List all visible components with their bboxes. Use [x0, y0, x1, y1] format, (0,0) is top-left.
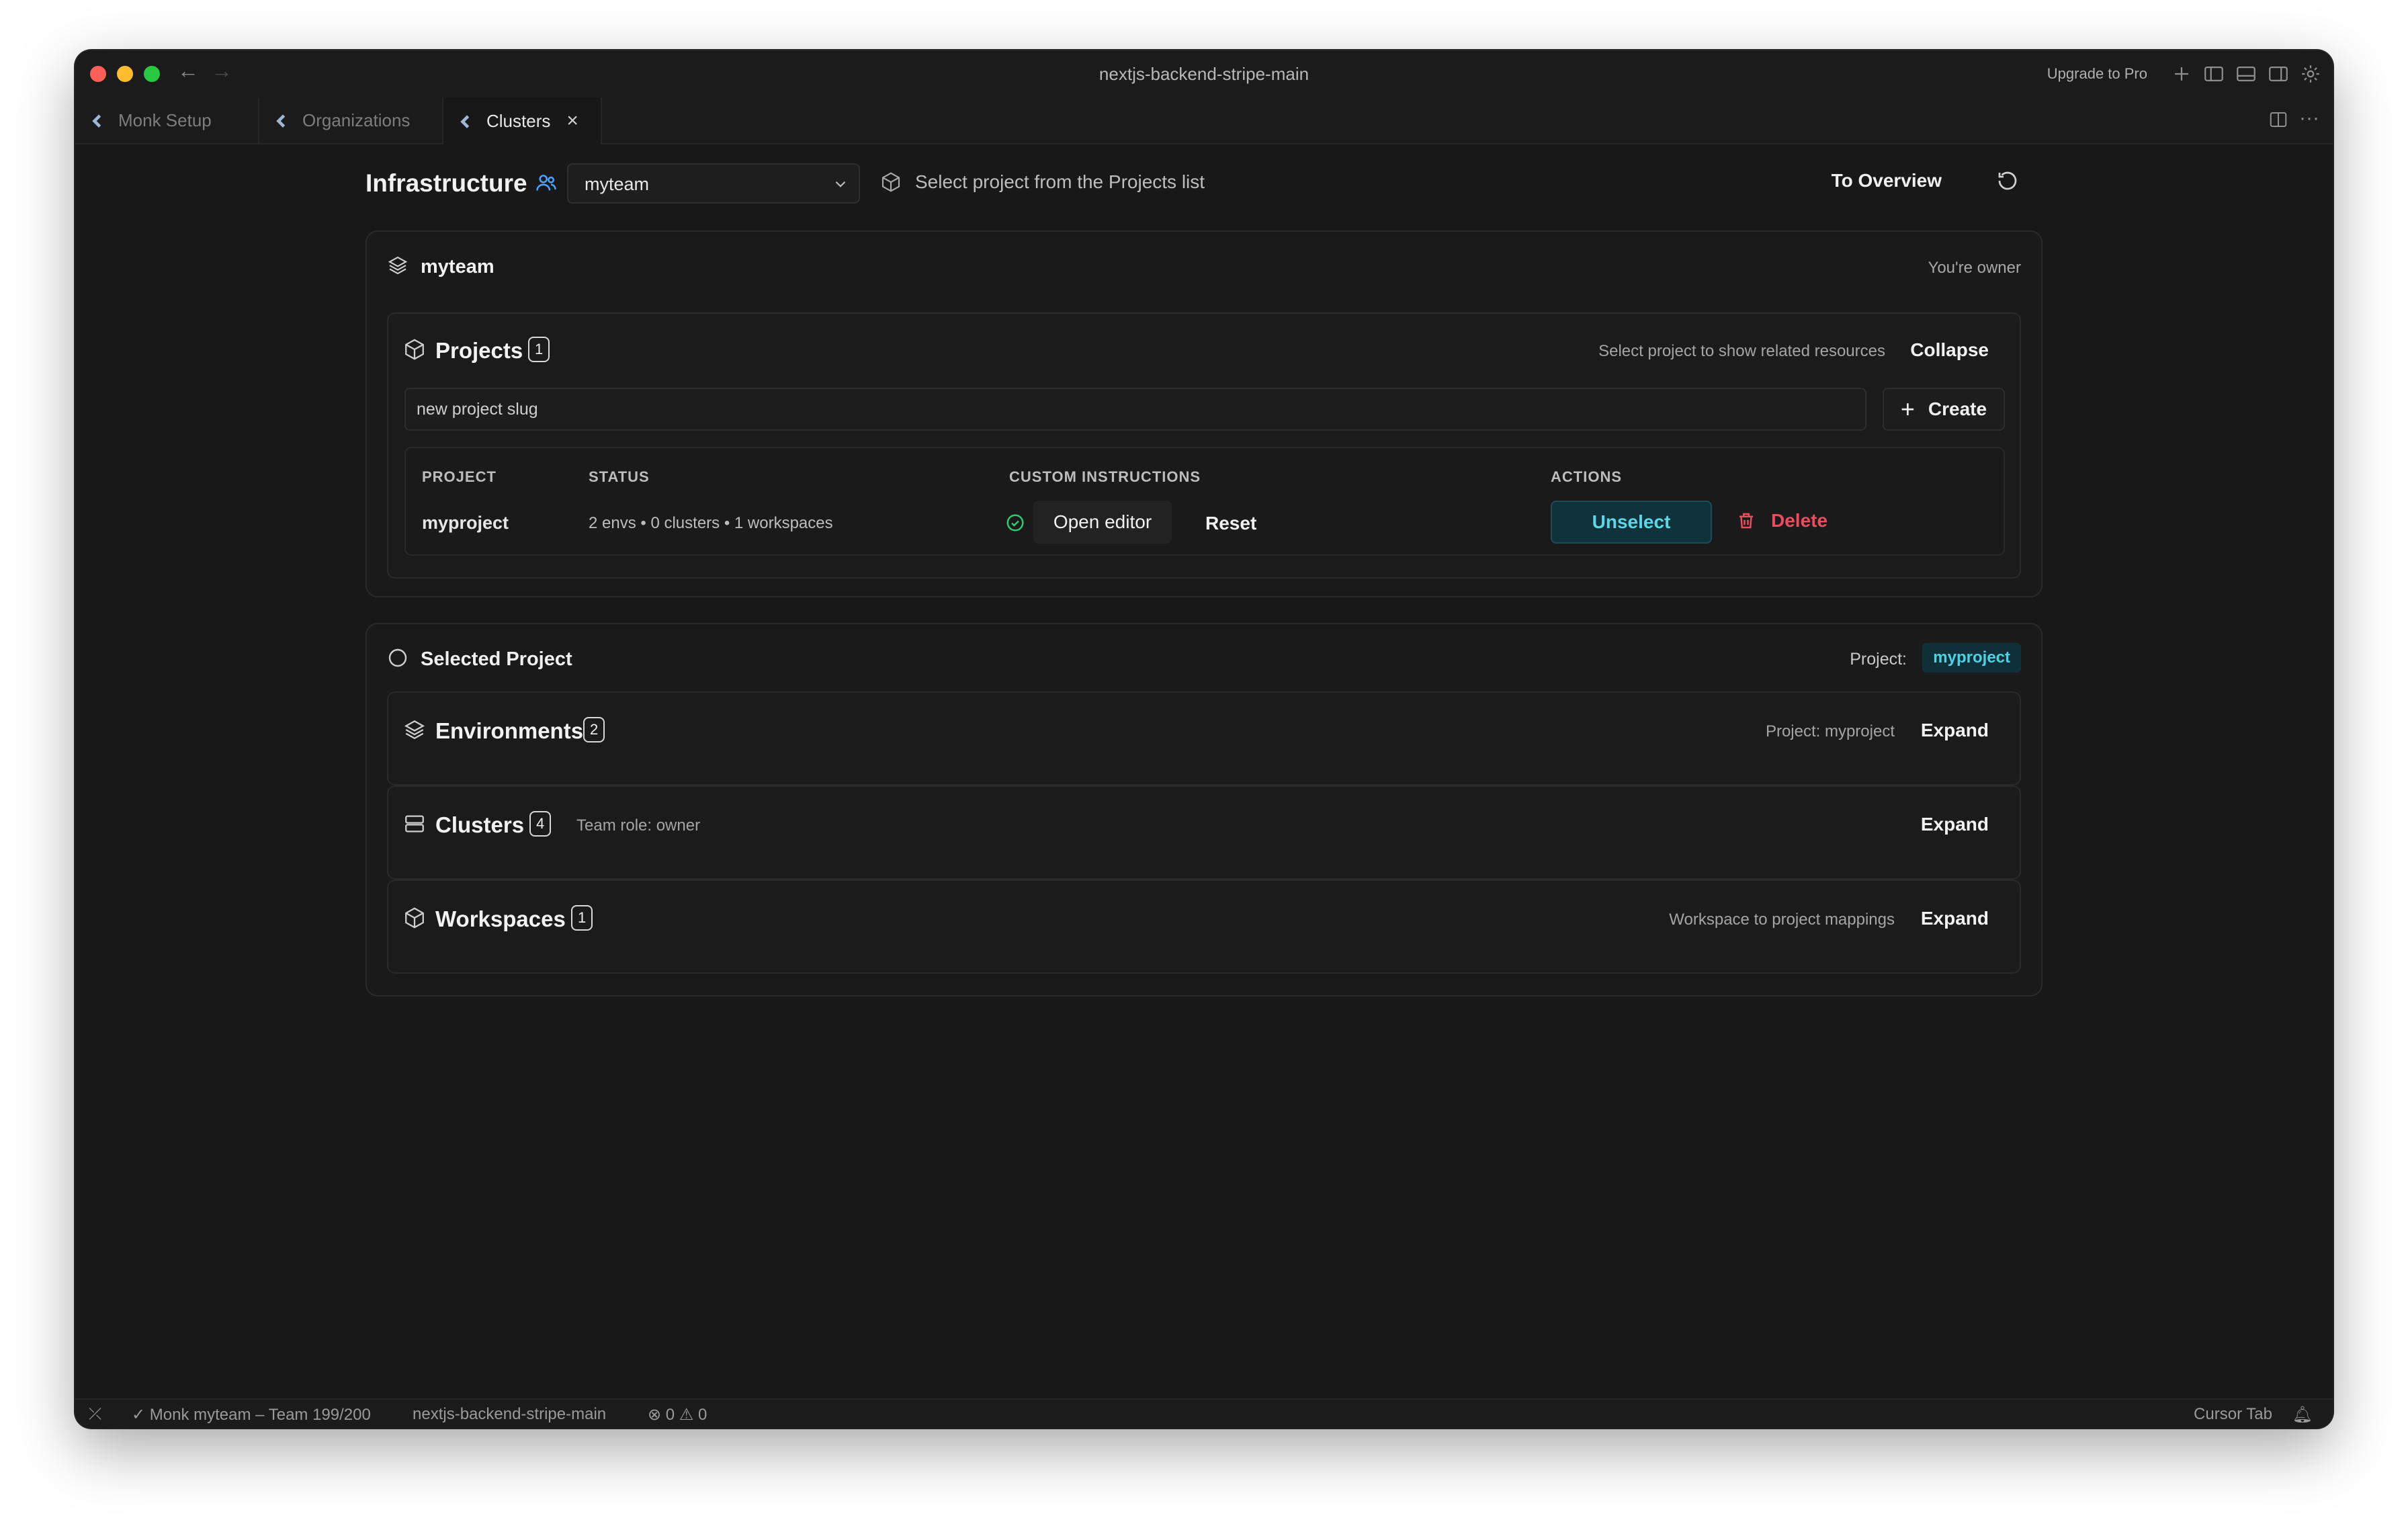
- layers-icon: [387, 255, 408, 276]
- column-header-status: STATUS: [589, 468, 650, 485]
- tab-clusters[interactable]: Clusters ×: [443, 97, 602, 144]
- team-select-value: myteam: [585, 174, 650, 194]
- team-name: myteam: [421, 256, 494, 278]
- server-icon: [403, 812, 426, 835]
- team-select[interactable]: myteam: [567, 163, 860, 204]
- page-title: Infrastructure: [366, 169, 527, 197]
- split-editor-icon[interactable]: [2268, 110, 2288, 130]
- package-icon: [403, 338, 426, 361]
- team-card: myteam You're owner Projects 1 Select pr…: [366, 230, 2042, 597]
- monk-account-status[interactable]: ✓ Monk myteam – Team 199/200: [132, 1405, 371, 1425]
- close-tab-icon[interactable]: ×: [566, 110, 578, 132]
- settings-gear-icon[interactable]: [2299, 62, 2322, 85]
- column-header-project: PROJECT: [422, 468, 497, 485]
- environments-title: Environments: [435, 718, 584, 743]
- projects-section: Projects 1 Select project to show relate…: [387, 312, 2021, 579]
- status-bar: ⤫ ✓ Monk myteam – Team 199/200 nextjs-ba…: [75, 1398, 2333, 1428]
- trash-icon: [1739, 513, 1753, 529]
- selected-project-card: Selected Project Project: myproject Envi…: [366, 623, 2042, 996]
- new-project-slug-input[interactable]: new project slug: [404, 388, 1866, 431]
- collapse-button[interactable]: Collapse: [1910, 339, 1989, 361]
- clusters-count-badge: 4: [529, 811, 552, 837]
- plus-icon: +: [1900, 395, 1915, 423]
- team-users-icon: [535, 171, 558, 194]
- layers-icon: [403, 718, 426, 741]
- monk-logo-icon: [92, 114, 101, 128]
- projects-hint: Select project to show related resources: [1598, 342, 1885, 360]
- window-title: nextjs-backend-stripe-main: [1099, 64, 1309, 84]
- toggle-panel-icon[interactable]: [2235, 62, 2258, 85]
- main-content: Infrastructure myteam Select project fro…: [75, 144, 2333, 1400]
- selected-project-title: Selected Project: [421, 648, 572, 670]
- toggle-sidebar-icon[interactable]: [2202, 62, 2225, 85]
- projects-table: PROJECT STATUS CUSTOM INSTRUCTIONS ACTIO…: [404, 447, 2005, 556]
- unselect-button[interactable]: Unselect: [1551, 501, 1712, 544]
- projects-title: Projects: [435, 338, 523, 363]
- project-select-hint: Select project from the Projects list: [915, 171, 1205, 192]
- warning-icon: ⚠: [679, 1406, 694, 1424]
- create-label: Create: [1928, 398, 1987, 419]
- tab-organizations[interactable]: Organizations: [259, 97, 443, 143]
- environments-note: Project: myproject: [1765, 722, 1895, 740]
- clusters-section: Clusters 4 Team role: owner Expand: [387, 786, 2021, 880]
- check-circle-icon: [1005, 513, 1025, 533]
- project-status: 2 envs • 0 clusters • 1 workspaces: [589, 514, 833, 532]
- monk-logo-icon: [460, 115, 470, 128]
- environments-expand-button[interactable]: Expand: [1921, 720, 1989, 741]
- repo-status[interactable]: nextjs-backend-stripe-main: [413, 1405, 606, 1424]
- error-icon: ⊗: [648, 1406, 662, 1424]
- title-bar: ← → nextjs-backend-stripe-main Upgrade t…: [75, 50, 2333, 99]
- chevron-down-icon: [835, 181, 846, 187]
- clusters-title: Clusters: [435, 812, 525, 837]
- toggle-secondary-sidebar-icon[interactable]: [2267, 62, 2290, 85]
- error-count: 0: [665, 1406, 675, 1424]
- environments-count-badge: 2: [583, 717, 605, 742]
- package-icon: [403, 906, 426, 929]
- workspaces-expand-button[interactable]: Expand: [1921, 908, 1989, 929]
- project-label: Project:: [1850, 650, 1907, 669]
- account-label: Monk myteam – Team 199/200: [149, 1406, 371, 1424]
- editor-tab-bar: Monk Setup Organizations Clusters × ···: [75, 97, 2333, 144]
- clusters-expand-button[interactable]: Expand: [1921, 814, 1989, 835]
- plus-icon[interactable]: [2170, 62, 2193, 85]
- workspaces-section: Workspaces 1 Workspace to project mappin…: [387, 880, 2021, 974]
- check-icon: ✓: [132, 1406, 146, 1424]
- selected-project-badge: myproject: [1922, 643, 2021, 673]
- package-icon: [880, 171, 902, 193]
- warning-count: 0: [698, 1406, 707, 1424]
- monk-logo-icon: [276, 114, 286, 128]
- column-header-actions: ACTIONS: [1551, 468, 1622, 485]
- tab-label: Clusters: [486, 110, 551, 131]
- workspaces-title: Workspaces: [435, 906, 566, 931]
- more-actions-icon[interactable]: ···: [2299, 107, 2319, 129]
- circle-icon: [387, 647, 408, 669]
- create-project-button[interactable]: + Create: [1883, 388, 2005, 431]
- column-header-custom-instructions: CUSTOM INSTRUCTIONS: [1009, 468, 1201, 485]
- problems-status[interactable]: ⊗ 0 ⚠ 0: [648, 1405, 707, 1425]
- delete-button[interactable]: Delete: [1736, 510, 1828, 532]
- upgrade-to-pro-link[interactable]: Upgrade to Pro: [2047, 65, 2147, 83]
- app-window: ← → nextjs-backend-stripe-main Upgrade t…: [75, 50, 2333, 1428]
- tab-label: Organizations: [302, 110, 411, 130]
- infrastructure-header: Infrastructure myteam Select project fro…: [366, 144, 2042, 225]
- workspaces-note: Workspace to project mappings: [1669, 910, 1895, 929]
- projects-count-badge: 1: [528, 337, 550, 362]
- to-overview-button[interactable]: To Overview: [1832, 170, 1942, 192]
- cursor-tab-status[interactable]: Cursor Tab: [2194, 1405, 2272, 1424]
- open-editor-button[interactable]: Open editor: [1033, 501, 1172, 544]
- clusters-note: Team role: owner: [576, 816, 701, 835]
- tab-monk-setup[interactable]: Monk Setup: [75, 97, 259, 143]
- tab-label: Monk Setup: [118, 110, 212, 130]
- owner-note: You're owner: [1928, 259, 2021, 277]
- delete-label: Delete: [1771, 510, 1828, 531]
- project-name[interactable]: myproject: [422, 513, 509, 534]
- refresh-icon[interactable]: [1995, 169, 2020, 193]
- workspaces-count-badge: 1: [571, 905, 593, 931]
- notifications-bell-icon[interactable]: 🔔︎: [2292, 1405, 2313, 1425]
- reset-button[interactable]: Reset: [1205, 513, 1256, 534]
- remote-connection-icon[interactable]: ⤫: [89, 1405, 101, 1424]
- environments-section: Environments 2 Project: myproject Expand: [387, 691, 2021, 786]
